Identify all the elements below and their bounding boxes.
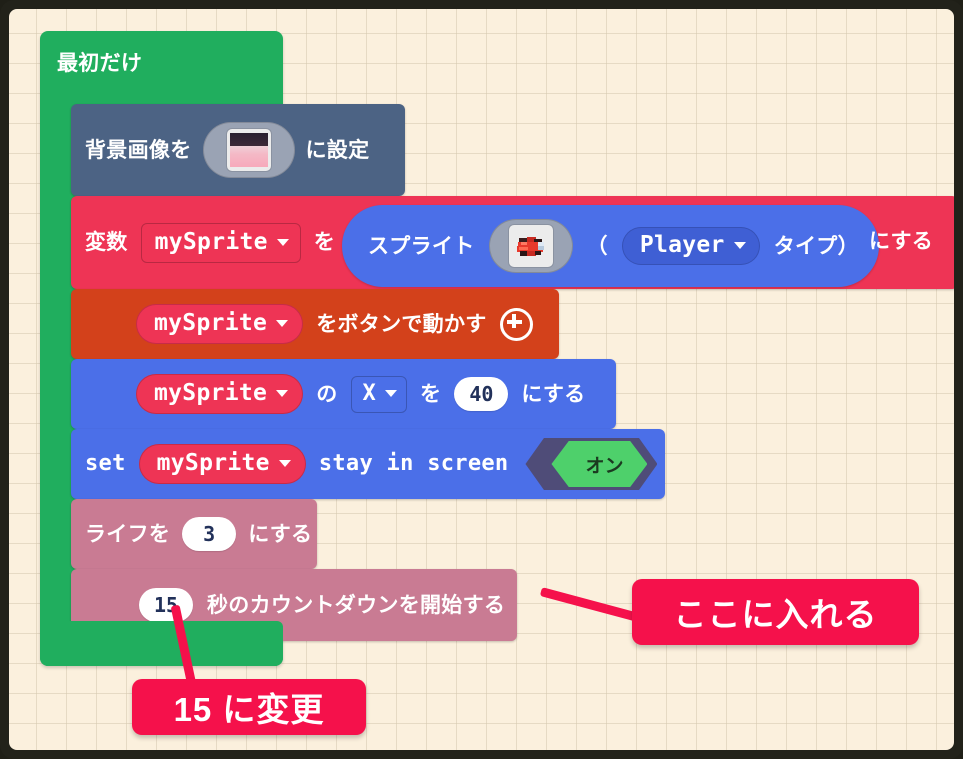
event-block-label: 最初だけ: [57, 52, 143, 75]
block-label-wo: を: [420, 382, 442, 406]
callout-change-to-15-label: 15 に変更: [173, 691, 325, 728]
countdown-seconds-input[interactable]: 15: [139, 588, 193, 622]
chevron-down-icon: [276, 238, 289, 246]
variable-dropdown-label: mySprite: [154, 310, 268, 336]
boolean-toggle-socket[interactable]: オン: [525, 438, 658, 490]
block-label-set: set: [85, 451, 126, 476]
plus-circle-icon[interactable]: [499, 307, 533, 341]
block-notch: [60, 31, 88, 39]
variable-dropdown-mysprite[interactable]: mySprite: [136, 374, 304, 414]
chevron-down-icon: [385, 390, 398, 397]
block-label-move-with-buttons: をボタンで動かす: [316, 312, 487, 336]
event-block-footer: [40, 621, 283, 666]
sprite-property-dropdown[interactable]: X: [350, 375, 408, 413]
variable-dropdown-label: mySprite: [156, 450, 270, 476]
sprite-image-field[interactable]: [488, 219, 573, 273]
block-set-sprite-x[interactable]: mySprite の X を 40 にする: [71, 359, 616, 436]
block-label-countdown: 秒のカウントダウンを開始する: [207, 593, 506, 617]
block-label-prefix: 背景画像を: [85, 138, 192, 162]
block-label-life: ライフを: [85, 522, 171, 546]
reporter-label: スプライト: [368, 234, 475, 258]
block-move-with-buttons[interactable]: mySprite をボタンで動かす: [71, 289, 559, 366]
chevron-down-icon: [276, 390, 289, 397]
background-image-thumbnail: [226, 129, 271, 171]
variable-dropdown-label: mySprite: [154, 228, 268, 255]
callout-insert-here: ここに入れる: [632, 579, 919, 645]
block-set-life[interactable]: ライフを 3 にする: [71, 499, 317, 576]
block-label-variable-keyword: 変数: [85, 231, 128, 254]
plane-sprite-art: [516, 234, 546, 258]
variable-dropdown-label: mySprite: [154, 380, 268, 406]
variable-dropdown-mysprite[interactable]: mySprite: [138, 444, 306, 484]
boolean-toggle-label: オン: [585, 456, 624, 477]
variable-dropdown-mysprite[interactable]: mySprite: [136, 304, 304, 344]
callout-insert-here-label: ここに入れる: [673, 596, 878, 633]
block-label-nisuru-sprite: にする: [869, 230, 934, 253]
block-stay-in-screen[interactable]: set mySprite stay in screen オン: [71, 429, 665, 506]
callout-change-to-15: 15 に変更: [132, 679, 366, 735]
plane-sprite-thumbnail: [508, 225, 553, 267]
block-label-suffix: に設定: [305, 138, 370, 162]
chevron-down-icon: [733, 242, 746, 249]
blocks-workspace-canvas[interactable]: 最初だけ 背景画像を に設定 変数 mySprite を スプライト （ Pla…: [9, 9, 954, 750]
screenshot-frame: 最初だけ 背景画像を に設定 変数 mySprite を スプライト （ Pla…: [0, 0, 963, 759]
x-value-input[interactable]: 40: [454, 377, 509, 411]
sprite-property-label: X: [362, 380, 377, 406]
block-set-background-image[interactable]: 背景画像を に設定: [71, 104, 405, 203]
paren-close-type: タイプ）: [773, 234, 859, 258]
paren-open: （: [586, 234, 608, 258]
chevron-down-icon: [278, 460, 291, 467]
variable-dropdown-mysprite[interactable]: mySprite: [140, 222, 301, 263]
block-label-wo: を: [313, 231, 336, 254]
life-value-input[interactable]: 3: [182, 517, 237, 551]
chevron-down-icon: [276, 320, 289, 327]
background-image-field[interactable]: [202, 122, 295, 178]
reporter-create-sprite[interactable]: スプライト （ Player タイプ）: [342, 205, 879, 287]
block-label-stay-in-screen: stay in screen: [318, 451, 509, 476]
sprite-kind-label: Player: [639, 232, 725, 258]
block-label-nisuru: にする: [248, 522, 313, 546]
block-label-nisuru: にする: [521, 382, 586, 406]
sprite-kind-dropdown[interactable]: Player: [621, 227, 760, 265]
block-label-no: の: [316, 382, 338, 406]
